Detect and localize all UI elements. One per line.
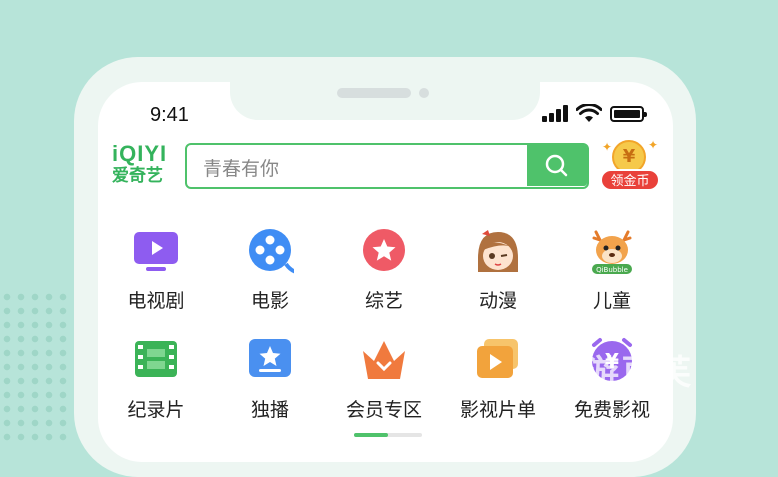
category-label: 独播 bbox=[250, 399, 289, 421]
qibubble-deer-icon: QiBubble bbox=[592, 230, 632, 274]
watermark-text: 游豆芙 bbox=[585, 353, 693, 393]
watermark-logo-icon bbox=[527, 338, 550, 401]
category-label: 电影 bbox=[250, 290, 289, 312]
category-label: 纪录片 bbox=[127, 399, 185, 421]
category-label: 儿童 bbox=[592, 290, 631, 312]
category-label: 动漫 bbox=[478, 290, 517, 312]
get-coins-button[interactable]: ✦ ✦ ¥ 领金币 bbox=[600, 138, 662, 194]
phone-camera bbox=[419, 88, 429, 98]
search-input[interactable]: 青春有你 bbox=[203, 154, 279, 181]
page-indicator bbox=[354, 433, 422, 437]
sparkle-icon: ✦ bbox=[602, 140, 613, 154]
iqiyi-logo[interactable]: iQIYI 爱奇艺 bbox=[112, 143, 176, 187]
vip-crown-icon bbox=[363, 341, 405, 379]
wifi-icon bbox=[576, 104, 602, 122]
sparkle-icon: ✦ bbox=[648, 138, 659, 152]
coin-label: 领金币 bbox=[600, 169, 660, 191]
search-icon bbox=[545, 154, 568, 177]
search-bar[interactable]: 青春有你 bbox=[185, 143, 589, 189]
tv-series-icon bbox=[134, 232, 178, 271]
status-time: 9:41 bbox=[150, 104, 189, 126]
logo-chinese: 爱奇艺 bbox=[112, 166, 163, 186]
movie-reel-icon bbox=[249, 229, 294, 274]
exclusive-star-icon bbox=[249, 339, 291, 377]
category-label: 会员专区 bbox=[345, 399, 422, 421]
qibubble-text: QiBubble bbox=[596, 266, 628, 274]
signal-icon bbox=[542, 104, 572, 122]
background-dot-pattern bbox=[0, 290, 70, 447]
anime-girl-icon bbox=[478, 230, 518, 272]
battery-icon bbox=[610, 106, 647, 122]
playlist-icon bbox=[477, 339, 518, 378]
phone-speaker bbox=[337, 88, 411, 98]
phone-notch bbox=[230, 80, 540, 120]
category-label: 电视剧 bbox=[127, 290, 185, 312]
variety-star-icon bbox=[363, 229, 405, 271]
logo-wordmark: iQIYI bbox=[112, 141, 168, 166]
documentary-film-icon bbox=[135, 341, 177, 377]
category-label: 综艺 bbox=[364, 290, 403, 312]
search-button[interactable] bbox=[527, 145, 587, 186]
